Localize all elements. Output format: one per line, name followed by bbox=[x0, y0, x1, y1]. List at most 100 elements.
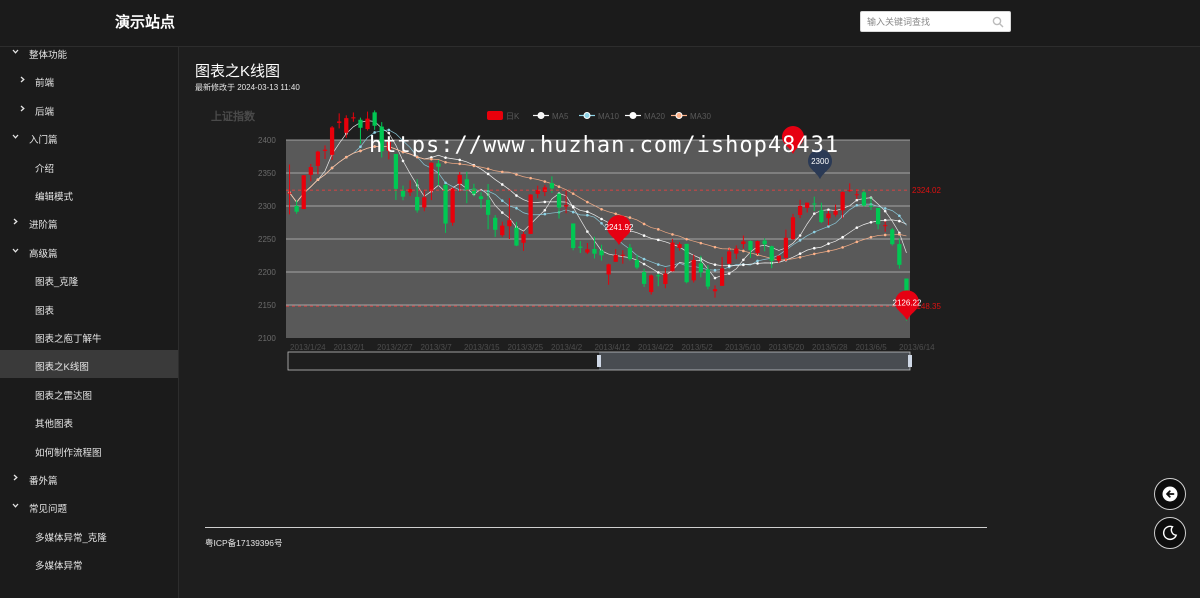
candle-body[interactable] bbox=[641, 272, 647, 284]
candle-body[interactable] bbox=[493, 217, 498, 230]
candle-body[interactable] bbox=[429, 162, 434, 192]
candle-body[interactable] bbox=[897, 244, 902, 265]
candle-body[interactable] bbox=[457, 174, 462, 184]
candle-body[interactable] bbox=[436, 163, 441, 167]
candle-body[interactable] bbox=[684, 243, 689, 283]
candle-body[interactable] bbox=[478, 196, 484, 200]
candle-body[interactable] bbox=[698, 263, 703, 273]
candle-body[interactable] bbox=[315, 151, 321, 166]
datazoom-handle-right[interactable] bbox=[908, 355, 912, 367]
sidebar-item-16[interactable]: 常见问题 bbox=[0, 492, 178, 520]
candle-body[interactable] bbox=[826, 213, 831, 219]
candle-body[interactable] bbox=[549, 183, 555, 189]
datazoom-window[interactable] bbox=[599, 352, 910, 370]
legend-swatch-dot[interactable] bbox=[583, 112, 591, 119]
candle-body[interactable] bbox=[351, 117, 356, 119]
candle-body[interactable] bbox=[287, 192, 292, 194]
candle-body[interactable] bbox=[719, 268, 725, 286]
candle-body[interactable] bbox=[727, 251, 732, 264]
candle-body[interactable] bbox=[819, 210, 824, 223]
sidebar-item-5[interactable]: 编辑模式 bbox=[0, 180, 178, 208]
candle-body[interactable] bbox=[542, 187, 547, 192]
candle-body[interactable] bbox=[507, 220, 512, 227]
candle-body[interactable] bbox=[634, 260, 640, 268]
candle-body[interactable] bbox=[585, 249, 590, 253]
candle-body[interactable] bbox=[344, 118, 349, 133]
candle-body[interactable] bbox=[861, 192, 867, 206]
candle-body[interactable] bbox=[776, 255, 781, 261]
kline-chart[interactable]: 2100 2150 2200 2250 2300 2350 2400 上证指数 日K MA5 MA1… bbox=[179, 104, 1200, 384]
sidebar-item-3[interactable]: 入门篇 bbox=[0, 123, 178, 151]
candle-body[interactable] bbox=[450, 188, 455, 223]
candle-body[interactable] bbox=[535, 190, 540, 194]
candle-body[interactable] bbox=[656, 275, 661, 277]
sidebar-item-0[interactable]: 整体功能 bbox=[0, 47, 178, 66]
candle-body[interactable] bbox=[485, 199, 491, 215]
candle-body[interactable] bbox=[386, 141, 391, 151]
candle-body[interactable] bbox=[868, 205, 874, 207]
candle-body[interactable] bbox=[528, 194, 533, 234]
theme-toggle-button[interactable] bbox=[1154, 517, 1186, 549]
candle-body[interactable] bbox=[833, 210, 838, 215]
sidebar-item-1[interactable]: 前端 bbox=[0, 66, 178, 94]
candle-body[interactable] bbox=[627, 247, 633, 260]
candle-body[interactable] bbox=[599, 250, 604, 256]
candle-body[interactable] bbox=[783, 237, 789, 258]
sidebar-item-6[interactable]: 进阶篇 bbox=[0, 208, 178, 236]
candle-body[interactable] bbox=[875, 207, 881, 225]
candle-body[interactable] bbox=[464, 179, 469, 190]
candle-body[interactable] bbox=[755, 241, 760, 253]
search-box[interactable] bbox=[860, 11, 1011, 32]
candle-body[interactable] bbox=[670, 242, 675, 272]
sidebar-item-14[interactable]: 如何制作流程图 bbox=[0, 436, 178, 464]
back-button[interactable] bbox=[1154, 478, 1186, 510]
candle-body[interactable] bbox=[329, 127, 335, 155]
candle-body[interactable] bbox=[415, 196, 420, 211]
candle-body[interactable] bbox=[308, 167, 313, 175]
legend-label[interactable]: MA10 bbox=[598, 112, 619, 121]
legend-swatch-dot[interactable] bbox=[537, 112, 545, 119]
candle-body[interactable] bbox=[556, 193, 562, 208]
candle-body[interactable] bbox=[613, 254, 618, 262]
candle-body[interactable] bbox=[890, 229, 895, 245]
candle-body[interactable] bbox=[606, 264, 611, 275]
candle-body[interactable] bbox=[379, 126, 384, 152]
candle-body[interactable] bbox=[649, 275, 654, 293]
candle-body[interactable] bbox=[790, 217, 796, 240]
candle-body[interactable] bbox=[677, 244, 682, 248]
sidebar-item-2[interactable]: 后端 bbox=[0, 95, 178, 123]
legend-swatch-dot[interactable] bbox=[675, 112, 683, 119]
candle-body[interactable] bbox=[372, 112, 377, 126]
candle-body[interactable] bbox=[854, 194, 859, 196]
candle-body[interactable] bbox=[797, 206, 803, 216]
sidebar-item-9[interactable]: 图表 bbox=[0, 294, 178, 322]
sidebar-item-17[interactable]: 多媒体异常_克隆 bbox=[0, 521, 178, 549]
legend-swatch[interactable] bbox=[487, 111, 503, 120]
candle-body[interactable] bbox=[521, 234, 526, 243]
candle-body[interactable] bbox=[443, 184, 448, 224]
search-icon[interactable] bbox=[992, 16, 1004, 28]
candle-body[interactable] bbox=[883, 225, 888, 227]
candle-body[interactable] bbox=[805, 202, 810, 208]
search-input[interactable] bbox=[867, 14, 987, 29]
candle-body[interactable] bbox=[741, 241, 746, 245]
candle-body[interactable] bbox=[407, 188, 413, 193]
sidebar-item-12[interactable]: 图表之雷达图 bbox=[0, 379, 178, 407]
candle-body[interactable] bbox=[705, 269, 711, 287]
candle-body[interactable] bbox=[578, 246, 583, 248]
candle-body[interactable] bbox=[337, 121, 342, 123]
candle-body[interactable] bbox=[812, 203, 817, 205]
candle-body[interactable] bbox=[365, 118, 370, 130]
candle-body[interactable] bbox=[358, 119, 363, 128]
sidebar-item-15[interactable]: 番外篇 bbox=[0, 464, 178, 492]
sidebar-item-8[interactable]: 图表_克隆 bbox=[0, 265, 178, 293]
site-title[interactable]: 演示站点 bbox=[115, 11, 175, 32]
candle-body[interactable] bbox=[400, 190, 406, 197]
candle-body[interactable] bbox=[322, 149, 328, 151]
legend-label[interactable]: MA30 bbox=[690, 112, 711, 121]
candle-body[interactable] bbox=[769, 246, 774, 261]
candle-body[interactable] bbox=[592, 248, 597, 254]
candle-body[interactable] bbox=[734, 248, 739, 254]
candle-body[interactable] bbox=[712, 289, 718, 292]
candle-body[interactable] bbox=[471, 188, 477, 194]
